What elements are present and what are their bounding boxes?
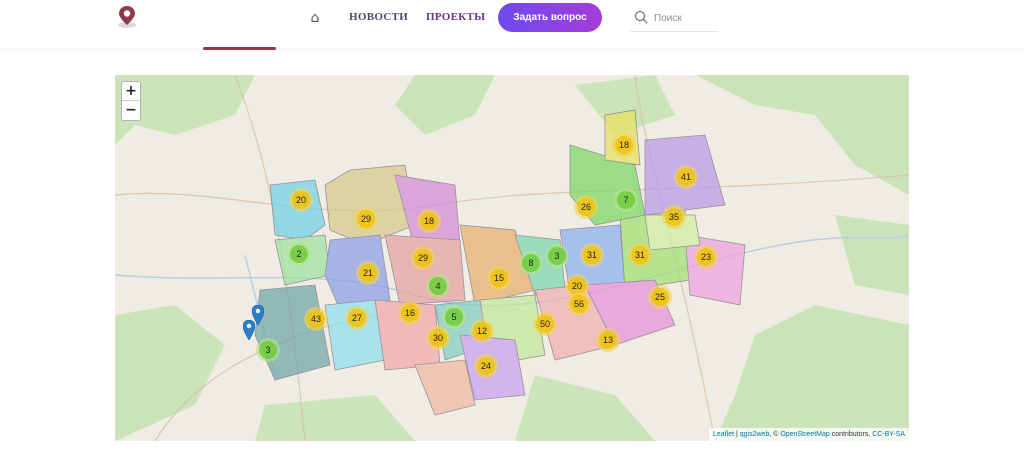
cluster-count: 20 — [292, 191, 310, 209]
zoom-control: + − — [121, 81, 141, 121]
site-header: ⌂ НОВОСТИ ПРОЕКТЫ Задать вопрос — [0, 0, 1024, 48]
license-link[interactable]: CC-BY-SA — [872, 431, 905, 438]
cluster-count: 12 — [473, 322, 491, 340]
nav-news-link[interactable]: НОВОСТИ — [349, 11, 408, 23]
marker-cluster[interactable]: 23 — [694, 245, 718, 269]
marker-cluster[interactable]: 4 — [426, 274, 450, 298]
cluster-count: 24 — [477, 357, 495, 375]
marker-cluster[interactable]: 18 — [417, 209, 441, 233]
osm-link[interactable]: OpenStreetMap — [780, 431, 829, 438]
cluster-count: 2 — [290, 245, 308, 263]
cluster-count: 30 — [429, 329, 447, 347]
marker-cluster[interactable]: 30 — [426, 326, 450, 350]
cluster-count: 50 — [536, 315, 554, 333]
map-marker-icon[interactable] — [243, 320, 255, 340]
cluster-count: 31 — [583, 246, 601, 264]
marker-cluster[interactable]: 16 — [398, 301, 422, 325]
cluster-count: 27 — [348, 309, 366, 327]
cluster-count: 29 — [357, 210, 375, 228]
marker-cluster[interactable]: 50 — [533, 312, 557, 336]
cluster-count: 15 — [490, 269, 508, 287]
cluster-count: 29 — [414, 249, 432, 267]
cluster-count: 35 — [665, 208, 683, 226]
marker-cluster[interactable]: 8 — [519, 251, 543, 275]
attribution-contributors: contributors, — [829, 431, 871, 438]
marker-cluster[interactable]: 5 — [442, 305, 466, 329]
search-box — [630, 8, 718, 32]
marker-cluster[interactable]: 26 — [574, 195, 598, 219]
marker-cluster[interactable]: 24 — [474, 354, 498, 378]
zoom-in-button[interactable]: + — [122, 82, 140, 101]
cluster-count: 41 — [677, 168, 695, 186]
cluster-count: 26 — [577, 198, 595, 216]
zoom-out-button[interactable]: − — [122, 101, 140, 120]
ask-question-button[interactable]: Задать вопрос — [498, 3, 602, 32]
nav-projects-link[interactable]: ПРОЕКТЫ — [426, 11, 485, 23]
regions-map[interactable]: + − 18 41 20 29 18 26 7 35 2 31 31 23 29 3 8 21 15 4 20 25 5… — [115, 75, 909, 441]
search-icon[interactable] — [634, 10, 648, 24]
marker-cluster[interactable]: 56 — [567, 292, 591, 316]
marker-cluster[interactable]: 29 — [411, 246, 435, 270]
search-input[interactable] — [654, 9, 716, 27]
map-pin-logo-icon[interactable] — [116, 5, 138, 29]
marker-cluster[interactable]: 29 — [354, 207, 378, 231]
cluster-count: 56 — [570, 295, 588, 313]
marker-cluster[interactable]: 25 — [648, 285, 672, 309]
marker-cluster[interactable]: 41 — [674, 165, 698, 189]
cluster-count: 18 — [615, 136, 633, 154]
marker-cluster[interactable]: 21 — [356, 261, 380, 285]
marker-cluster[interactable]: 15 — [487, 266, 511, 290]
attribution-copyright: , © — [769, 431, 781, 438]
cluster-count: 31 — [631, 246, 649, 264]
marker-cluster[interactable]: 12 — [470, 319, 494, 343]
cluster-count: 25 — [651, 288, 669, 306]
marker-cluster[interactable]: 7 — [614, 188, 638, 212]
marker-cluster[interactable]: 35 — [662, 205, 686, 229]
marker-cluster[interactable]: 43 — [304, 307, 328, 331]
leaflet-link[interactable]: Leaflet — [713, 431, 734, 438]
marker-cluster[interactable]: 3 — [545, 244, 569, 268]
cluster-count: 3 — [548, 247, 566, 265]
marker-cluster[interactable]: 31 — [628, 243, 652, 267]
cluster-count: 7 — [617, 191, 635, 209]
cluster-count: 8 — [522, 254, 540, 272]
cluster-count: 5 — [445, 308, 463, 326]
cluster-count: 16 — [401, 304, 419, 322]
cluster-count: 13 — [599, 331, 617, 349]
marker-cluster[interactable]: 3 — [256, 338, 280, 362]
active-nav-underline — [203, 47, 276, 50]
cluster-count: 3 — [259, 341, 277, 359]
marker-cluster[interactable]: 31 — [580, 243, 604, 267]
marker-cluster[interactable]: 13 — [596, 328, 620, 352]
map-attribution: Leaflet | qgis2web, © OpenStreetMap cont… — [709, 428, 909, 441]
map-base-layer — [115, 75, 909, 441]
home-icon[interactable]: ⌂ — [306, 10, 324, 26]
marker-cluster[interactable]: 2 — [287, 242, 311, 266]
cluster-count: 23 — [697, 248, 715, 266]
cluster-count: 43 — [307, 310, 325, 328]
cluster-count: 4 — [429, 277, 447, 295]
marker-cluster[interactable]: 20 — [289, 188, 313, 212]
cluster-count: 21 — [359, 264, 377, 282]
marker-cluster[interactable]: 18 — [612, 133, 636, 157]
qgis2web-link[interactable]: qgis2web — [740, 431, 770, 438]
cluster-count: 18 — [420, 212, 438, 230]
marker-cluster[interactable]: 27 — [345, 306, 369, 330]
